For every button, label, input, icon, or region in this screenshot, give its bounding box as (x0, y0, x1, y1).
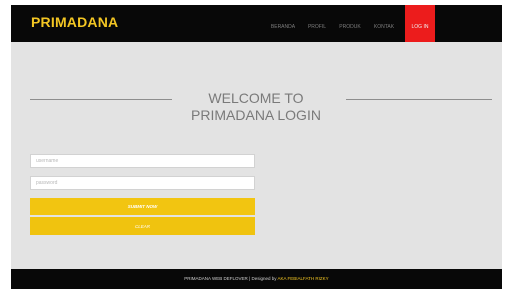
login-heading-line1: WELCOME TO (208, 90, 304, 106)
brand-logo[interactable]: PRIMADANA (31, 14, 118, 30)
clear-button[interactable]: CLEAR (30, 217, 255, 235)
nav-item-profil[interactable]: PROFIL (304, 5, 330, 42)
top-navbar: PRIMADANA BERANDA PROFIL PRODUK KONTAK L… (11, 5, 502, 42)
page: PRIMADANA BERANDA PROFIL PRODUK KONTAK L… (11, 5, 502, 289)
nav-item-kontak[interactable]: KONTAK (369, 5, 399, 42)
heading-divider-right (346, 99, 492, 100)
heading-divider-left (30, 99, 172, 100)
footer-text: PRIMADANA WEB DEFLOVER | Designed by (184, 276, 278, 281)
nav-item-produk[interactable]: PRODUK (335, 5, 365, 42)
username-field[interactable] (30, 154, 255, 168)
nav-item-beranda[interactable]: BERANDA (267, 5, 299, 42)
footer: PRIMADANA WEB DEFLOVER | Designed by AKA… (11, 269, 502, 289)
footer-credit-link[interactable]: AKA FEBIALFATH RIZKY (278, 276, 329, 281)
submit-button[interactable]: SUBMIT NOW (30, 198, 255, 215)
password-field[interactable] (30, 176, 255, 190)
login-heading: WELCOME TO PRIMADANA LOGIN (181, 90, 331, 124)
login-heading-line2: PRIMADANA LOGIN (191, 107, 321, 123)
nav-item-login[interactable]: LOG IN (405, 5, 435, 42)
